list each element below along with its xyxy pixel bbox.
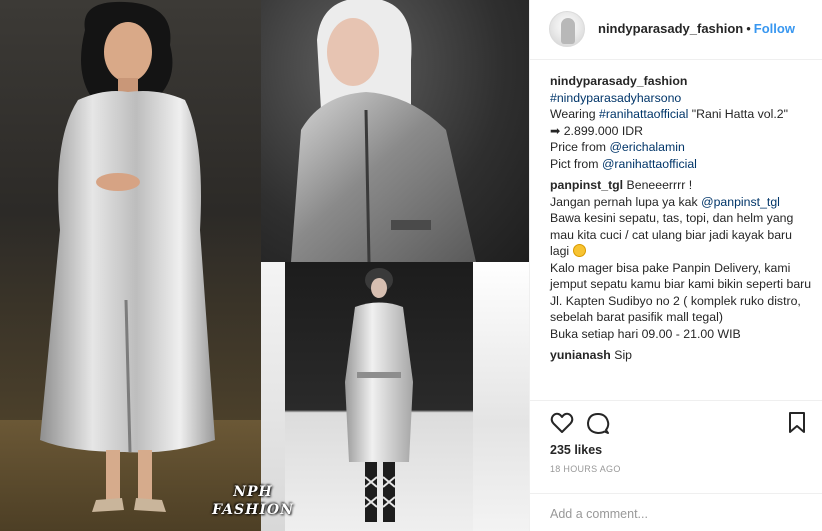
caption-wearing: Wearing #ranihattaofficial "Rani Hatta v… bbox=[550, 106, 812, 123]
caption-price-from-tag[interactable]: @erichalamin bbox=[609, 140, 684, 154]
comment: panpinst_tgl Beneeerrrr ! Jangan pernah … bbox=[550, 177, 812, 342]
comment-line-3: Bawa kesini sepatu, tas, topi, dan helm … bbox=[550, 210, 812, 260]
post-actions: 235 likes 18 HOURS AGO bbox=[530, 400, 822, 531]
caption-wearing-tag[interactable]: #ranihattaofficial bbox=[599, 107, 688, 121]
caption-price-from: Price from @erichalamin bbox=[550, 139, 812, 156]
heart-icon[interactable] bbox=[550, 412, 574, 434]
post-image-collage[interactable]: NPH FASHION bbox=[0, 0, 529, 531]
comment-icon[interactable] bbox=[586, 412, 610, 436]
post-side-panel: nindyparasady_fashion • Follow nindyparasa… bbox=[529, 0, 822, 531]
runway-model-figure bbox=[345, 268, 413, 522]
caption: nindyparasady_fashion #nindyparasadyhars… bbox=[550, 73, 812, 172]
comment-line-5: Jl. Kapten Sudibyo no 2 ( komplek ruko d… bbox=[550, 293, 801, 325]
comment: yunianash Sip bbox=[550, 347, 812, 364]
smile-emoji-icon bbox=[572, 244, 586, 257]
likes-count[interactable]: 235 likes bbox=[550, 443, 602, 457]
caption-hashtag[interactable]: #nindyparasadyharsono bbox=[550, 91, 681, 105]
comment-text: Sip bbox=[610, 348, 633, 362]
post-timestamp[interactable]: 18 HOURS AGO bbox=[550, 464, 621, 474]
comments-list: nindyparasady_fashion #nindyparasadyhars… bbox=[550, 73, 812, 369]
caption-pict-from-tag[interactable]: @ranihattaofficial bbox=[602, 157, 697, 171]
watermark-line-2: FASHION bbox=[212, 502, 294, 518]
watermark-line-1: NPH bbox=[233, 484, 273, 500]
photo-woman-silver-coat bbox=[0, 0, 261, 531]
add-comment-bar bbox=[530, 493, 822, 531]
post-header: nindyparasady_fashion • Follow bbox=[530, 0, 822, 60]
comment-line-3-text: Bawa kesini sepatu, tas, topi, dan helm … bbox=[550, 211, 794, 258]
photo-runway bbox=[261, 262, 529, 531]
comment-line-2-prefix: Jangan pernah lupa ya kak bbox=[550, 194, 702, 209]
caption-pict-from: Pict from @ranihattaofficial bbox=[550, 156, 812, 173]
runway-stage bbox=[285, 262, 473, 531]
photo-hooded-model bbox=[261, 0, 529, 262]
watermark: NPH FASHION bbox=[207, 483, 299, 519]
comment-line-2-tag[interactable]: @panpinst_tgl bbox=[701, 195, 780, 209]
comment-username[interactable]: yunianash bbox=[550, 348, 611, 362]
comment-line-6: Buka setiap hari 09.00 - 21.00 WIB bbox=[550, 326, 741, 341]
comment-username[interactable]: panpinst_tgl bbox=[550, 178, 623, 192]
caption-username[interactable]: nindyparasady_fashion bbox=[550, 74, 687, 88]
caption-price-from-prefix: Price from bbox=[550, 140, 610, 154]
header-line: nindyparasady_fashion • Follow bbox=[598, 21, 795, 36]
avatar[interactable] bbox=[549, 11, 585, 47]
comment-first-line: panpinst_tgl Beneeerrrr ! bbox=[550, 177, 812, 194]
comment-text: Beneeerrrr ! bbox=[623, 178, 693, 192]
caption-wearing-prefix: Wearing bbox=[550, 107, 599, 121]
add-comment-input[interactable] bbox=[550, 504, 790, 524]
header-username[interactable]: nindyparasady_fashion bbox=[598, 21, 743, 36]
comment-line-2: Jangan pernah lupa ya kak @panpinst_tgl bbox=[550, 194, 812, 211]
photo-edge-right bbox=[473, 262, 529, 531]
bookmark-icon[interactable] bbox=[788, 412, 806, 434]
caption-wearing-suffix: "Rani Hatta vol.2" bbox=[688, 107, 788, 121]
caption-pict-from-prefix: Pict from bbox=[550, 156, 602, 171]
silver-coat-figure bbox=[0, 1, 261, 531]
comment-line-4: Kalo mager bisa pake Panpin Delivery, ka… bbox=[550, 260, 812, 292]
hooded-model-figure bbox=[291, 0, 476, 262]
header-separator: • bbox=[746, 21, 751, 36]
follow-button[interactable]: Follow bbox=[754, 21, 795, 36]
caption-price: ➡ 2.899.000 IDR bbox=[550, 123, 644, 138]
avatar-figure bbox=[561, 18, 575, 44]
